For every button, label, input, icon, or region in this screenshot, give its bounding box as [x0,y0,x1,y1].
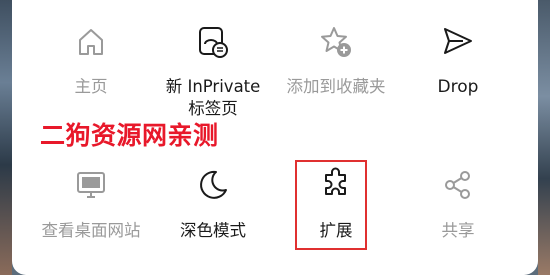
moon-icon [200,170,227,199]
send-icon [444,28,472,54]
background-right [538,0,550,275]
menu-item-share[interactable]: 共享 [393,158,523,258]
extensions-highlight-box [295,160,367,250]
menu-item-drop[interactable]: Drop [393,0,523,110]
menu-item-desktop-site[interactable]: 查看桌面网站 [26,158,156,258]
menu-item-label: 添加到收藏夹 [286,77,386,96]
menu-item-label: 主页 [74,77,108,96]
inprivate-tab-icon [199,27,228,58]
menu-item-new-inprivate-tab[interactable]: 新 InPrivate 标签页 [148,0,278,120]
home-icon [79,29,103,55]
monitor-icon [77,172,105,198]
menu-item-add-favorites[interactable]: 添加到收藏夹 [271,0,401,110]
menu-item-label-line1: 新 InPrivate [165,77,261,96]
browser-menu-panel: 主页 新 InPrivate 标签页 添加到收藏夹 Drop 二狗资源网亲测 查… [12,0,538,275]
background-left [0,0,12,275]
menu-item-home[interactable]: 主页 [26,0,156,110]
share-icon [445,171,470,199]
menu-item-label: Drop [437,77,479,97]
menu-item-label: 查看桌面网站 [41,221,141,240]
menu-item-label: 深色模式 [180,221,246,240]
watermark-text: 二狗资源网亲测 [40,121,219,150]
star-add-icon [321,27,351,57]
menu-item-label: 共享 [441,221,475,240]
menu-item-dark-mode[interactable]: 深色模式 [148,158,278,258]
